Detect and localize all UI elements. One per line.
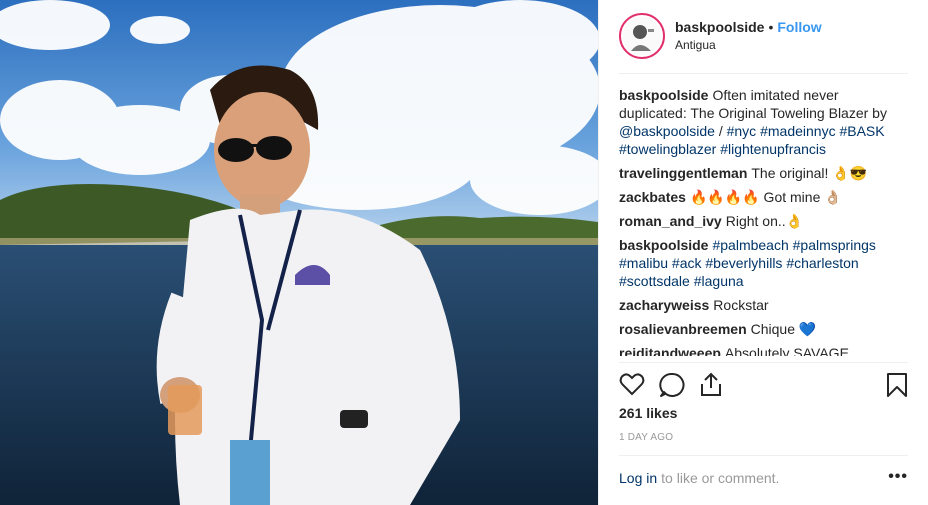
share-icon[interactable] (699, 372, 723, 401)
bookmark-icon[interactable] (886, 372, 908, 401)
comment-item: baskpoolside #palmbeach #palmsprings #mal… (619, 236, 909, 290)
comment-item: baskpoolside Often imitated never duplica… (619, 86, 909, 158)
comment-text: Right on..👌 (725, 213, 804, 229)
comment-item: travelinggentleman The original! 👌😎 (619, 164, 909, 182)
post-image (0, 0, 598, 505)
hashtag-link[interactable]: #beverlyhills (705, 255, 782, 271)
comments-divider (619, 362, 908, 363)
hashtag-link[interactable]: #ack (672, 255, 702, 271)
hashtag-link[interactable]: #lightenupfrancis (720, 141, 826, 157)
avatar[interactable] (619, 13, 665, 59)
avatar-image (623, 17, 661, 55)
comment-item: zacharyweiss Rockstar (619, 296, 909, 314)
comment-item: rosalievanbreemen Chique 💙 (619, 320, 909, 338)
comment-text: 🔥🔥🔥🔥 Got mine 👌🏼 (689, 189, 842, 205)
hashtag-link[interactable]: #nyc (727, 123, 757, 139)
comment-item: reiditandweeepAbsolutely SAVAGE takedown (619, 344, 909, 356)
comment-username[interactable]: rosalievanbreemen (619, 321, 747, 337)
more-options-icon[interactable]: ••• (888, 468, 908, 486)
hashtag-link[interactable]: #towelingblazer (619, 141, 716, 157)
comment-item: zackbates 🔥🔥🔥🔥 Got mine 👌🏼 (619, 188, 909, 206)
comment-username[interactable]: zacharyweiss (619, 297, 709, 313)
comment-text: The original! 👌😎 (751, 165, 868, 181)
hashtag-link[interactable]: #laguna (694, 273, 744, 289)
login-prompt-text: to like or comment. (661, 470, 780, 486)
hashtag-link[interactable]: #malibu (619, 255, 668, 271)
comment-item: roman_and_ivy Right on..👌 (619, 212, 909, 230)
comments-list[interactable]: baskpoolside Often imitated never duplica… (619, 86, 909, 356)
post-header: baskpoolside • Follow Antigua (599, 0, 928, 72)
post-location[interactable]: Antigua (675, 36, 822, 54)
header-text: baskpoolside • Follow Antigua (675, 18, 822, 54)
hashtag-link[interactable]: #palmsprings (793, 237, 876, 253)
comment-text: / (714, 123, 727, 139)
action-bar (619, 370, 908, 400)
comment-text: Rockstar (713, 297, 769, 313)
footer: Log in to like or comment. ••• (619, 468, 908, 486)
login-link[interactable]: Log in (619, 470, 657, 486)
comment-icon[interactable] (659, 372, 685, 401)
separator-dot: • (768, 19, 774, 35)
comment-username[interactable]: travelinggentleman (619, 165, 747, 181)
header-row: baskpoolside • Follow (675, 18, 822, 36)
instagram-post: baskpoolside • Follow Antigua baskpoolsi… (0, 0, 928, 505)
hashtag-link[interactable]: #BASK (839, 123, 884, 139)
hashtag-link[interactable]: #madeinnyc (760, 123, 836, 139)
avatar-illustration-icon (623, 17, 661, 55)
comment-username[interactable]: zackbates (619, 189, 686, 205)
heart-icon[interactable] (619, 372, 645, 399)
comment-username[interactable]: baskpoolside (619, 237, 708, 253)
hashtag-link[interactable]: #charleston (786, 255, 858, 271)
header-divider (619, 73, 908, 74)
comment-text: Chique 💙 (750, 321, 817, 337)
hashtag-link[interactable]: #scottsdale (619, 273, 690, 289)
likes-count[interactable]: 261 likes (619, 405, 677, 421)
footer-divider (619, 455, 908, 456)
post-panel: baskpoolside • Follow Antigua baskpoolsi… (598, 0, 928, 505)
comment-username[interactable]: reiditandweeep (619, 345, 721, 356)
author-username[interactable]: baskpoolside (675, 18, 764, 36)
comment-username[interactable]: roman_and_ivy (619, 213, 722, 229)
post-timestamp[interactable]: 1 DAY AGO (619, 432, 673, 443)
comment-username[interactable]: baskpoolside (619, 87, 708, 103)
post-photo[interactable] (0, 0, 598, 505)
follow-button[interactable]: Follow (777, 18, 821, 36)
hashtag-link[interactable]: #palmbeach (712, 237, 788, 253)
hashtag-link[interactable]: @baskpoolside (619, 123, 715, 139)
